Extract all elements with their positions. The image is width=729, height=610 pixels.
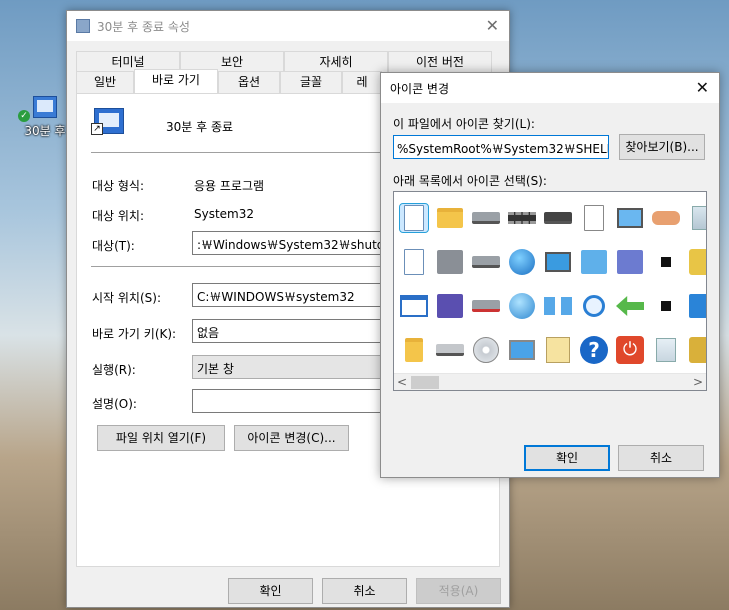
optical-disc-icon[interactable] <box>473 337 499 363</box>
target-type-value: 응용 프로그램 <box>194 179 265 193</box>
scroll-right-icon[interactable]: > <box>690 375 706 390</box>
tab-details[interactable]: 자세히 <box>284 51 388 72</box>
recycle-bin-icon[interactable] <box>692 206 706 230</box>
start-in-label: 시작 위치(S): <box>92 291 161 305</box>
system-file-icon[interactable] <box>689 337 706 363</box>
sharing-hand-icon[interactable] <box>652 211 680 225</box>
shortcut-large-icon: ↗ <box>91 108 124 135</box>
target-type-label: 대상 형식: <box>92 179 145 193</box>
recycle-bin-full-icon[interactable] <box>656 338 676 362</box>
properties-titlebar[interactable]: 30분 후 종료 속성 ✕ <box>67 11 509 41</box>
change-icon-titlebar[interactable]: 아이콘 변경 ✕ <box>381 73 719 103</box>
network-drive-icon[interactable] <box>472 256 500 268</box>
horizontal-scrollbar[interactable]: < > <box>394 373 706 390</box>
open-file-location-button[interactable]: 파일 위치 열기(F) <box>97 425 225 451</box>
run-label: 실행(R): <box>92 363 136 377</box>
target-location-label: 대상 위치: <box>92 209 145 223</box>
search-icon[interactable] <box>583 295 605 317</box>
tab-shortcut[interactable]: 바로 가기 <box>134 69 218 93</box>
help-icon[interactable]: ? <box>580 336 608 364</box>
green-arrow-icon[interactable] <box>616 296 644 316</box>
power-icon[interactable]: ⏻ <box>616 336 644 364</box>
change-icon-button[interactable]: 아이콘 변경(C)... <box>234 425 349 451</box>
folder-icon[interactable] <box>437 208 463 228</box>
shortcut-name: 30분 후 종료 <box>166 120 234 134</box>
tab-layout[interactable]: 레 <box>342 71 382 93</box>
tabs-front-row: 일반 바로 가기 옵션 글꼴 레 <box>76 69 382 93</box>
memory-chip-icon[interactable] <box>508 212 536 224</box>
change-icon-title: 아이콘 변경 <box>390 81 450 96</box>
blank-document-icon[interactable] <box>399 203 429 233</box>
scroll-left-icon[interactable]: < <box>394 375 410 390</box>
disk-drive-icon[interactable] <box>436 344 464 356</box>
app-icon <box>76 19 90 33</box>
blue-window-icon[interactable] <box>689 294 706 318</box>
icon-file-path-input[interactable]: %SystemRoot%￦System32￦SHELL32.dll <box>393 135 609 159</box>
browse-button[interactable]: 찾아보기(B)... <box>619 134 705 160</box>
desktop-icon-label: 30분 후 <box>24 124 66 138</box>
change-icon-ok-button[interactable]: 확인 <box>524 445 610 471</box>
close-icon[interactable]: ✕ <box>486 16 499 35</box>
checkmark-icon: ✓ <box>18 110 30 122</box>
control-panel-icon[interactable] <box>581 250 607 274</box>
run-window-icon[interactable] <box>617 250 643 274</box>
target-label: 대상(T): <box>92 239 135 253</box>
drive-lock-icon[interactable] <box>437 250 463 274</box>
shortcut-key-label: 바로 가기 키(K): <box>92 327 177 341</box>
close-icon[interactable]: ✕ <box>696 78 709 97</box>
find-icons-label: 이 파일에서 아이콘 찾기(L): <box>393 117 535 131</box>
desktop-shortcut-icon[interactable]: ✓ 30분 후 <box>18 96 70 139</box>
shortcut-overlay-icon[interactable] <box>661 257 671 267</box>
properties-cancel-button[interactable]: 취소 <box>322 578 407 604</box>
tab-options[interactable]: 옵션 <box>218 71 280 93</box>
properties-ok-button[interactable]: 확인 <box>228 578 313 604</box>
network-connection-icon[interactable] <box>544 297 572 315</box>
internet-globe-icon[interactable] <box>509 249 535 275</box>
disconnected-drive-icon[interactable] <box>472 300 500 312</box>
properties-title: 30분 후 종료 속성 <box>97 19 190 34</box>
printer-icon[interactable] <box>544 212 572 224</box>
shortcut-arrow-icon: ↗ <box>91 123 103 135</box>
settings-file-icon[interactable] <box>689 249 706 275</box>
shortcut-image-icon <box>33 96 57 118</box>
program-group-icon[interactable] <box>546 337 570 363</box>
application-window-icon[interactable] <box>400 295 428 317</box>
folder-open-icon[interactable] <box>405 338 423 362</box>
target-location-value: System32 <box>194 207 255 221</box>
laptop-icon[interactable] <box>509 340 535 360</box>
display-settings-icon[interactable] <box>617 208 643 228</box>
properties-apply-button[interactable]: 적용(A) <box>416 578 501 604</box>
text-document-icon[interactable] <box>404 249 424 275</box>
scroll-thumb[interactable] <box>411 376 439 389</box>
tab-font[interactable]: 글꼴 <box>280 71 342 93</box>
comment-label: 설명(O): <box>92 397 137 411</box>
clock-overlay-icon[interactable] <box>661 301 671 311</box>
icon-grid: ? ⏻ <box>396 196 706 372</box>
select-icon-label: 아래 목록에서 아이콘 선택(S): <box>393 174 547 188</box>
hard-drive-icon[interactable] <box>472 212 500 224</box>
change-icon-cancel-button[interactable]: 취소 <box>618 445 704 471</box>
network-globe-icon[interactable] <box>509 293 535 319</box>
floppy-disk-icon[interactable] <box>437 294 463 318</box>
icon-list[interactable]: ? ⏻ < > <box>393 191 707 391</box>
change-icon-dialog: 아이콘 변경 ✕ 이 파일에서 아이콘 찾기(L): %SystemRoot%￦… <box>380 72 720 478</box>
tab-previous-versions[interactable]: 이전 버전 <box>388 51 492 72</box>
network-computer-icon[interactable] <box>545 252 571 272</box>
tab-general[interactable]: 일반 <box>76 71 134 93</box>
document-clock-icon[interactable] <box>584 205 604 231</box>
